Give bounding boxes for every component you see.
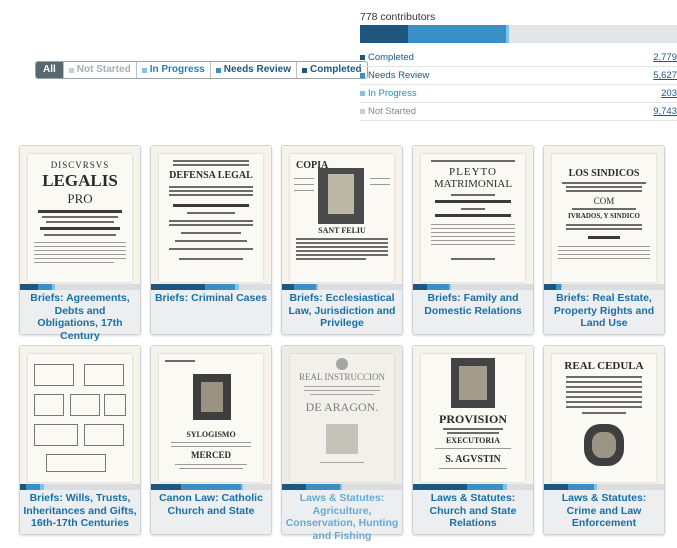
progress-segment-completed — [544, 484, 568, 490]
project-title-link[interactable]: Canon Law: Catholic Church and State — [151, 492, 271, 517]
document-thumbnail: SYLOGISMO MERCED — [151, 346, 271, 484]
progress-segment-needs-review — [568, 484, 595, 490]
project-progress-bar — [20, 284, 140, 290]
in-progress-square-icon — [360, 91, 365, 96]
filter-not-started[interactable]: Not Started — [64, 62, 137, 78]
project-progress-bar — [282, 484, 402, 490]
project-card[interactable]: PROVISION EXECUTORIA S. AGVSTIN Laws & S… — [412, 345, 534, 535]
progress-segment-completed — [20, 284, 38, 290]
progress-segment-completed — [151, 284, 205, 290]
project-title-link[interactable]: Briefs: Family and Domestic Relations — [413, 292, 533, 317]
progress-segment-completed — [151, 484, 181, 490]
project-card[interactable]: SYLOGISMO MERCED Canon Law: Catholic Chu… — [150, 345, 272, 535]
document-thumbnail: COPIA SANT FELIU — [282, 146, 402, 284]
document-thumbnail: REAL CEDULA — [544, 346, 664, 484]
progress-segment-in-progress — [594, 484, 597, 490]
project-progress-bar — [282, 284, 402, 290]
completed-square-icon — [301, 67, 307, 73]
project-card[interactable]: DISCVRSVS LEGALIS PRO Briefs: Agreements… — [19, 145, 141, 342]
progress-segment-needs-review — [38, 284, 53, 290]
progress-segment-completed — [413, 484, 467, 490]
project-progress-bar — [544, 284, 664, 290]
progress-segment-in-progress — [40, 484, 44, 490]
document-thumbnail: PLEYTO MATRIMONIAL — [413, 146, 533, 284]
document-thumbnail: LOS SINDICOS COM IVRADOS, Y SINDICO — [544, 146, 664, 284]
project-title-link[interactable]: Briefs: Ecclesiastical Law, Jurisdiction… — [282, 292, 402, 330]
project-card[interactable]: Briefs: Wills, Trusts, Inheritances and … — [19, 345, 141, 535]
completed-square-icon — [360, 55, 365, 60]
progress-segment-completed — [282, 284, 294, 290]
progress-segment-in-progress — [448, 284, 452, 290]
progress-segment-needs-review — [181, 484, 241, 490]
project-card[interactable]: PLEYTO MATRIMONIAL Briefs: Family and Do… — [412, 145, 534, 335]
progress-segment-needs-review — [294, 284, 316, 290]
project-title-link[interactable]: Briefs: Criminal Cases — [151, 292, 271, 305]
document-thumbnail: DISCVRSVS LEGALIS PRO — [20, 146, 140, 284]
progress-segment-in-progress — [241, 484, 244, 490]
project-card[interactable]: COPIA SANT FELIU Briefs: Ecclesiastical … — [281, 145, 403, 335]
progress-segment-needs-review — [427, 284, 449, 290]
progress-segment-in-progress — [52, 284, 55, 290]
document-thumbnail: PROVISION EXECUTORIA S. AGVSTIN — [413, 346, 533, 484]
progress-segment-needs-review — [407, 25, 506, 43]
progress-segment-in-progress — [235, 284, 239, 290]
project-title-link[interactable]: Laws & Statutes: Church and State Relati… — [413, 492, 533, 530]
project-title-link[interactable]: Laws & Statutes: Agriculture, Conservati… — [282, 492, 402, 542]
filter-completed[interactable]: Completed — [297, 62, 367, 78]
document-thumbnail: DEFENSA LEGAL — [151, 146, 271, 284]
needs-review-square-icon — [215, 67, 221, 73]
stat-row-not-started: Not Started 9,743 — [360, 103, 677, 121]
filter-in-progress[interactable]: In Progress — [137, 62, 211, 78]
project-progress-bar — [151, 484, 271, 490]
progress-segment-not-started — [509, 25, 677, 43]
progress-segment-completed — [544, 284, 556, 290]
not-started-count-link[interactable]: 9,743 — [653, 106, 677, 117]
progress-segment-needs-review — [306, 484, 340, 490]
in-progress-count-link[interactable]: 203 — [661, 88, 677, 99]
stat-row-needs-review: Needs Review 5,627 — [360, 67, 677, 85]
project-progress-bar — [413, 284, 533, 290]
in-progress-square-icon — [141, 67, 147, 73]
project-progress-bar — [413, 484, 533, 490]
project-card[interactable]: DEFENSA LEGAL Briefs: Criminal Cases — [150, 145, 272, 335]
progress-segment-completed — [282, 484, 306, 490]
contribution-stats: 778 contributors Completed 2,779 Needs R… — [360, 10, 677, 121]
stat-row-in-progress: In Progress 203 — [360, 85, 677, 103]
project-title-link[interactable]: Briefs: Wills, Trusts, Inheritances and … — [20, 492, 140, 530]
contributors-count: 778 contributors — [360, 11, 436, 23]
project-progress-bar — [20, 484, 140, 490]
project-title-link[interactable]: Briefs: Agreements, Debts and Obligation… — [20, 292, 140, 342]
progress-segment-completed — [413, 284, 428, 290]
document-thumbnail — [20, 346, 140, 484]
progress-segment-needs-review — [467, 484, 503, 490]
progress-segment-needs-review — [26, 484, 41, 490]
progress-segment-completed — [360, 25, 408, 43]
project-card[interactable]: REAL INSTRUCCION DE ARAGON. Laws & Statu… — [281, 345, 403, 542]
status-filter-group: All Not Started In Progress Needs Review… — [35, 61, 368, 79]
needs-review-square-icon — [360, 73, 365, 78]
progress-segment-in-progress — [339, 484, 342, 490]
document-thumbnail: REAL INSTRUCCION DE ARAGON. — [282, 346, 402, 484]
project-title-link[interactable]: Briefs: Real Estate, Property Rights and… — [544, 292, 664, 330]
progress-segment-needs-review — [205, 284, 235, 290]
project-progress-bar — [151, 284, 271, 290]
stat-row-completed: Completed 2,779 — [360, 49, 677, 67]
project-card[interactable]: LOS SINDICOS COM IVRADOS, Y SINDICO Brie… — [543, 145, 665, 335]
project-progress-bar — [544, 484, 664, 490]
project-card[interactable]: REAL CEDULA Laws & Statutes: Crime and L… — [543, 345, 665, 535]
project-title-link[interactable]: Laws & Statutes: Crime and Law Enforceme… — [544, 492, 664, 530]
progress-segment-in-progress — [560, 284, 562, 290]
overall-progress-bar — [360, 25, 677, 43]
filter-all[interactable]: All — [36, 62, 64, 78]
not-started-square-icon — [68, 67, 74, 73]
needs-review-count-link[interactable]: 5,627 — [653, 70, 677, 81]
filter-needs-review[interactable]: Needs Review — [211, 62, 297, 78]
progress-segment-in-progress — [503, 484, 507, 490]
progress-segment-in-progress — [315, 284, 318, 290]
not-started-square-icon — [360, 109, 365, 114]
completed-count-link[interactable]: 2,779 — [653, 52, 677, 63]
